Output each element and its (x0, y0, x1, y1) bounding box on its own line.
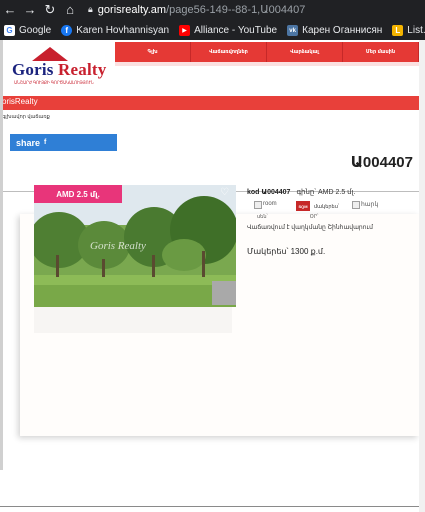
bookmark-label: Google (19, 25, 52, 36)
forward-arrow-icon[interactable]: → (20, 2, 40, 17)
youtube-icon: ▶ (179, 25, 191, 36)
banner-text: orisRealty (2, 97, 38, 106)
room-image-placeholder: room (254, 201, 277, 209)
page-title: Ա004407 (350, 154, 413, 171)
heart-icon[interactable]: ♡ (220, 187, 229, 198)
bookmark-vk[interactable]: vk Карен Оганнисян (287, 25, 382, 36)
bookmark-label: List.am - Հայտարար (407, 25, 425, 36)
floor-sublabel: ՕՐ՝ (309, 214, 319, 220)
listing-details: kod Ա004407 գինը՝ AMD 2.5 մլ. room SQM մ… (247, 188, 417, 308)
logo-text-b: Realty (53, 60, 107, 79)
listing-code: kod Ա004407 (247, 189, 291, 196)
price-badge: AMD 2.5 մլ. (34, 185, 122, 203)
nav-rent[interactable]: Վարձակալ (267, 42, 343, 62)
share-label: share (16, 137, 41, 148)
photo-watermark: Goris Realty (90, 240, 146, 252)
logo-subtitle: ԱՆՇԱՐԺ ԳՈՒՅՔԻ ԳՈՐԾԱԿԱԼՈՒԹՅՈՒՆ (14, 80, 94, 85)
url-field[interactable]: 🔒︎ gorisrealty.am/page56-149--88-1,Ա0044… (88, 3, 306, 17)
nav-home[interactable]: Գլխ (115, 42, 191, 62)
left-edge-bar (0, 40, 3, 470)
listing-area: Մակերես՝ 1300 ք.մ. (247, 247, 326, 256)
listing-price: գինը՝ AMD 2.5 մլ. (296, 189, 356, 196)
vertical-scrollbar[interactable] (419, 40, 425, 512)
logo-roof-icon (32, 47, 68, 61)
room-label: room (263, 201, 277, 207)
floor-label: հարկ (361, 202, 379, 208)
url-host: gorisrealty.am (97, 3, 167, 16)
back-arrow-icon[interactable]: ← (0, 2, 20, 17)
listam-icon: L (392, 25, 404, 36)
top-navigation: Գլխ Վաճառվողներ Վարձակալ Մեր մասին (115, 42, 419, 62)
vk-icon: vk (287, 25, 299, 36)
address-bar-row: ← → ↻ ⌂ 🔒︎ gorisrealty.am/page56-149--88… (0, 0, 425, 19)
bookmark-youtube[interactable]: ▶ Alliance - YouTube (179, 25, 277, 36)
google-icon: G (4, 25, 15, 36)
bookmarks-bar: G Google f Karen Hovhannisyan ▶ Alliance - … (0, 21, 425, 40)
bookmark-facebook[interactable]: f Karen Hovhannisyan (61, 25, 169, 36)
photo-caption-area (34, 307, 232, 333)
site-logo[interactable]: Goris Realty ԱՆՇԱՐԺ ԳՈՒՅՔԻ ԳՈՐԾԱԿԱԼՈՒԹՅՈ… (10, 47, 115, 87)
nav-sale[interactable]: Վաճառվողներ (191, 42, 267, 62)
nav-divider (115, 62, 419, 66)
facebook-icon: f (44, 139, 47, 146)
share-button[interactable]: share f (10, 134, 117, 151)
detail-sublabels: սեն՝ ՕՐ՝ (257, 214, 318, 220)
facebook-icon: f (61, 25, 73, 36)
lock-icon: 🔒︎ (88, 4, 93, 14)
reload-icon[interactable]: ↻ (40, 2, 60, 18)
breadcrumb[interactable]: գլխավոր վաճառք (2, 114, 50, 120)
broken-image-icon (352, 201, 360, 209)
sqm-badge: SQM (296, 201, 310, 211)
logo-text: Goris Realty (12, 60, 106, 80)
bottom-divider (0, 506, 419, 507)
floor-image-placeholder: հարկ (352, 201, 378, 209)
logo-text-a: Goris (12, 60, 54, 79)
bookmark-listam[interactable]: LList.am - Հայտարար (392, 25, 425, 36)
bookmark-label: Karen Hovhannisyan (76, 25, 170, 36)
listing-description: Վաճառվում է վաղկմանը Շինհավարում (247, 225, 373, 231)
broken-image-icon (254, 201, 262, 209)
home-icon[interactable]: ⌂ (60, 2, 80, 17)
bookmark-label: Alliance - YouTube (194, 25, 278, 36)
nav-about[interactable]: Մեր մասին (343, 42, 419, 62)
room-sublabel: սեն՝ (257, 214, 268, 220)
bookmark-label: Карен Оганнисян (302, 25, 383, 36)
url-path: /page56-149--88-1,Ա004407 (166, 4, 306, 16)
bookmark-google[interactable]: G Google (4, 25, 51, 36)
sqm-label: մակերես՝ (314, 204, 340, 210)
site-banner-bar: orisRealty (0, 96, 419, 110)
